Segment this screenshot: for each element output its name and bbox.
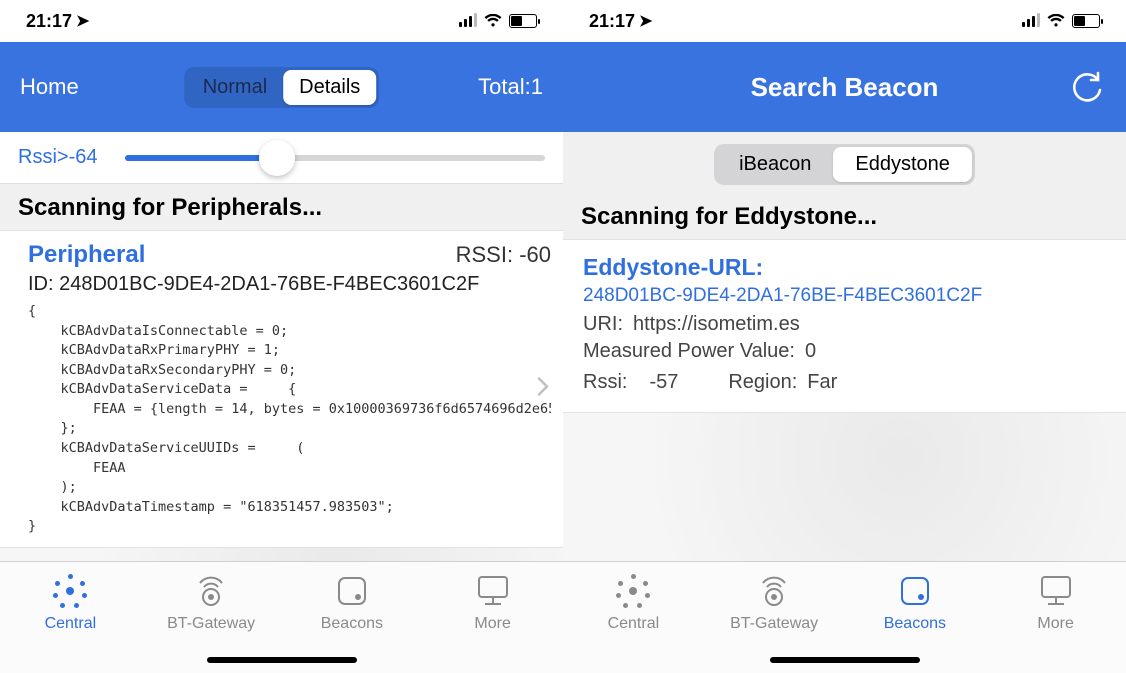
tab-label: More: [474, 615, 510, 633]
nav-bar: Search Beacon: [563, 42, 1126, 132]
tab-central[interactable]: Central: [0, 562, 141, 673]
home-indicator[interactable]: [207, 657, 357, 663]
status-bar: 21:17 ➤: [563, 0, 1126, 42]
rssi-slider[interactable]: [125, 155, 545, 161]
region-label: Region:: [728, 371, 797, 394]
tab-label: Beacons: [321, 615, 383, 633]
scanning-title: Scanning for Eddystone...: [581, 203, 1108, 231]
rssi-label: Rssi:: [583, 371, 627, 394]
peripheral-title: Peripheral: [28, 241, 145, 269]
eddystone-title: Eddystone-URL:: [583, 254, 1108, 281]
chevron-right-icon: [537, 376, 549, 401]
rssi-label: Rssi>-64: [18, 146, 97, 169]
slider-thumb[interactable]: [259, 140, 295, 176]
battery-icon: [509, 14, 537, 28]
cellular-icon: [1022, 15, 1040, 27]
tab-label: BT-Gateway: [730, 615, 818, 633]
seg-details[interactable]: Details: [283, 70, 376, 105]
status-bar: 21:17 ➤: [0, 0, 563, 42]
tab-label: BT-Gateway: [167, 615, 255, 633]
cellular-icon: [459, 15, 477, 27]
wifi-icon: [1047, 14, 1065, 28]
refresh-button[interactable]: [1070, 70, 1104, 104]
gateway-icon: [193, 572, 229, 610]
background-area: [0, 548, 563, 561]
scanning-header: Scanning for Eddystone...: [563, 193, 1126, 239]
tab-more[interactable]: More: [422, 562, 563, 673]
beacon-type-segmented: iBeacon Eddystone: [714, 144, 975, 185]
more-icon: [1036, 572, 1076, 610]
central-icon: [52, 573, 88, 609]
scanning-header: Scanning for Peripherals...: [0, 184, 563, 230]
status-time: 21:17: [26, 11, 72, 32]
seg-ibeacon[interactable]: iBeacon: [717, 147, 833, 182]
tab-label: More: [1037, 615, 1073, 633]
eddystone-card[interactable]: Eddystone-URL: 248D01BC-9DE4-2DA1-76BE-F…: [563, 239, 1126, 413]
status-time: 21:17: [589, 11, 635, 32]
rssi-value: -57: [649, 371, 678, 394]
mpv-label: Measured Power Value:: [583, 340, 795, 363]
scanning-title: Scanning for Peripherals...: [18, 194, 545, 222]
view-mode-segmented: Normal Details: [184, 67, 380, 108]
tab-more[interactable]: More: [985, 562, 1126, 673]
peripheral-card[interactable]: Peripheral RSSI: -60 ID: 248D01BC-9DE4-2…: [0, 230, 563, 548]
location-icon: ➤: [76, 11, 89, 31]
beacon-type-row: iBeacon Eddystone: [563, 132, 1126, 193]
home-button[interactable]: Home: [20, 74, 79, 100]
mpv-value: 0: [805, 340, 816, 363]
tab-bar: Central BT-Gateway Beacons More: [0, 561, 563, 673]
eddystone-id: 248D01BC-9DE4-2DA1-76BE-F4BEC3601C2F: [583, 285, 1108, 307]
left-screen: 21:17 ➤ Home Normal Details Total:1 Rssi…: [0, 0, 563, 673]
region-value: Far: [807, 371, 837, 394]
tab-label: Central: [45, 615, 97, 633]
gateway-icon: [756, 572, 792, 610]
seg-eddystone[interactable]: Eddystone: [833, 147, 972, 182]
uri-label: URI:: [583, 313, 623, 336]
nav-bar: Home Normal Details Total:1: [0, 42, 563, 132]
more-icon: [473, 572, 513, 610]
peripheral-id: ID: 248D01BC-9DE4-2DA1-76BE-F4BEC3601C2F: [28, 273, 551, 296]
rssi-filter-row: Rssi>-64: [0, 132, 563, 184]
central-icon: [615, 573, 651, 609]
seg-normal[interactable]: Normal: [187, 70, 283, 105]
uri-value: https://isometim.es: [633, 313, 800, 336]
peripheral-rssi: RSSI: -60: [456, 242, 551, 268]
total-label: Total:1: [478, 74, 543, 100]
beacons-icon: [334, 572, 370, 610]
home-indicator[interactable]: [770, 657, 920, 663]
tab-label: Central: [608, 615, 660, 633]
right-screen: 21:17 ➤ Search Beacon iBeacon Eddystone …: [563, 0, 1126, 673]
battery-icon: [1072, 14, 1100, 28]
tab-central[interactable]: Central: [563, 562, 704, 673]
background-area: [563, 413, 1126, 561]
page-title: Search Beacon: [751, 72, 939, 103]
tab-bar: Central BT-Gateway Beacons More: [563, 561, 1126, 673]
beacons-icon: [897, 572, 933, 610]
peripheral-advdata: { kCBAdvDataIsConnectable = 0; kCBAdvDat…: [28, 302, 551, 537]
location-icon: ➤: [639, 11, 652, 31]
tab-label: Beacons: [884, 615, 946, 633]
wifi-icon: [484, 14, 502, 28]
